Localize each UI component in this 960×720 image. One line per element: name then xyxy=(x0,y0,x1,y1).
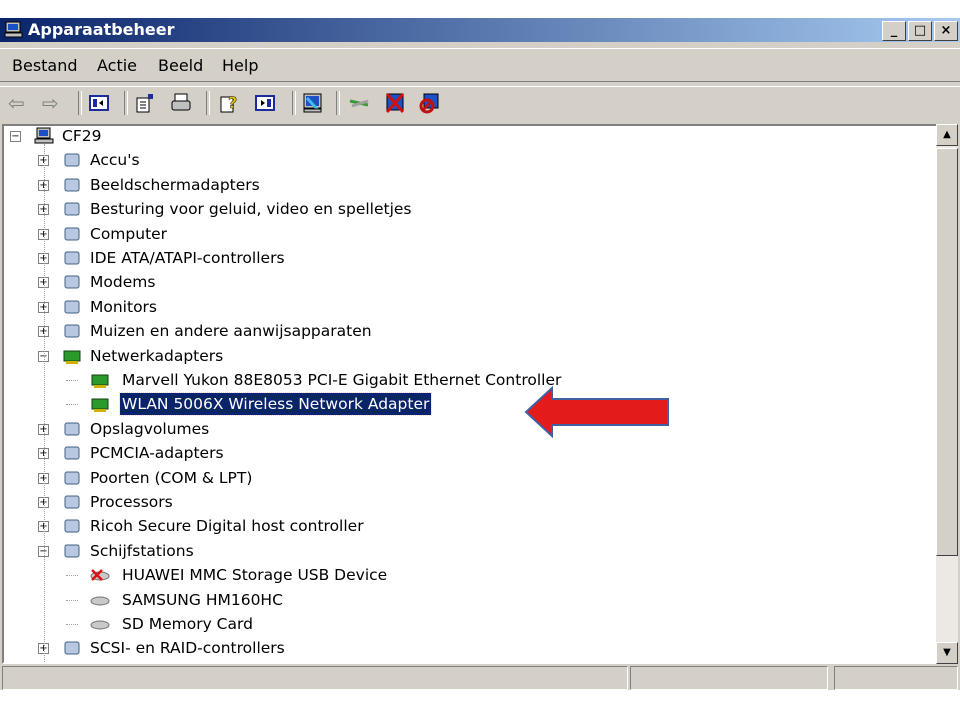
tree-item-label: Ricoh Secure Digital host controller xyxy=(90,517,364,536)
vertical-scrollbar[interactable]: ▲ ▼ xyxy=(936,124,958,664)
window-title: Apparaatbeheer xyxy=(28,20,175,39)
status-pane-1 xyxy=(2,666,628,690)
back-icon[interactable]: ⇦ xyxy=(8,92,30,114)
device-icon xyxy=(64,495,80,509)
properties-icon[interactable] xyxy=(134,92,156,114)
status-bar xyxy=(0,664,960,690)
tree-item-label: IDE ATA/ATAPI-controllers xyxy=(90,249,285,267)
menu-actie[interactable]: Actie xyxy=(97,56,137,75)
minimize-button[interactable]: _ xyxy=(882,21,906,41)
tree-item-label: SD Memory Card xyxy=(122,615,253,633)
title-bar[interactable]: Apparaatbeheer _ □ × xyxy=(0,18,960,42)
device-icon xyxy=(34,127,54,144)
status-pane-3 xyxy=(834,666,958,690)
tree-item-label: HUAWEI MMC Storage USB Device xyxy=(122,566,388,585)
svg-text:?: ? xyxy=(228,93,237,112)
tree-item-label: Accu's xyxy=(90,151,140,170)
computer-icon xyxy=(4,21,23,38)
print-icon[interactable] xyxy=(170,92,192,114)
tree-item-label: Poorten (COM & LPT) xyxy=(90,468,253,487)
toolbar: ⇦ ⇨ ? xyxy=(0,86,960,119)
menu-bar: Bestand Actie Beeld Help xyxy=(0,48,960,82)
scroll-up-button[interactable]: ▲ xyxy=(936,124,958,146)
scroll-thumb[interactable] xyxy=(936,148,958,556)
device-icon xyxy=(64,251,80,265)
tree-item-label: Besturing voor geluid, video en spelletj… xyxy=(90,200,412,219)
device-icon xyxy=(64,519,80,533)
tree-item-label: SAMSUNG HM160HC xyxy=(122,590,283,609)
tree-item-label: Processors xyxy=(90,493,173,511)
device-icon xyxy=(64,300,80,314)
device-tree: − CF29 + Accu's + Beeldschermadapters + Besturi… xyxy=(2,124,938,664)
device-icon xyxy=(64,275,80,289)
red-arrow-annotation xyxy=(524,386,669,438)
device-icon xyxy=(64,227,80,241)
scan-hardware-icon[interactable] xyxy=(302,92,324,114)
device-icon xyxy=(63,350,81,364)
tree-item-label: Opslagvolumes xyxy=(90,419,210,438)
device-icon xyxy=(64,202,80,216)
device-icon xyxy=(90,596,110,606)
menu-help[interactable]: Help xyxy=(222,56,258,75)
help-icon[interactable]: ? xyxy=(218,92,240,114)
tree-item-label: Beeldschermadapters xyxy=(90,175,260,194)
device-icon xyxy=(64,153,80,167)
tree-item-label: Muizen en andere aanwijsapparaten xyxy=(90,322,372,341)
tree-item-label: PCMCIA-adapters xyxy=(90,444,224,463)
tree-item-label: Netwerkadapters xyxy=(90,346,224,365)
status-pane-2 xyxy=(630,666,828,690)
device-icon xyxy=(90,569,110,582)
device-icon xyxy=(64,471,80,485)
device-icon xyxy=(91,398,109,413)
tree-item-label: Modems xyxy=(90,273,156,292)
tree-item-label: SCSI- en RAID-controllers xyxy=(90,639,285,658)
disable-icon[interactable] xyxy=(418,92,440,114)
device-icon xyxy=(64,544,80,558)
device-icon xyxy=(64,446,80,460)
tree-item-label: Computer xyxy=(90,224,168,243)
device-icon xyxy=(91,374,109,388)
device-manager-window: Apparaatbeheer _ □ × Bestand Actie Beeld… xyxy=(0,18,960,690)
menu-bestand[interactable]: Bestand xyxy=(12,56,78,75)
show-hide-tree-icon[interactable] xyxy=(88,92,110,114)
uninstall-icon[interactable] xyxy=(384,92,406,114)
maximize-button[interactable]: □ xyxy=(908,21,932,41)
device-icon xyxy=(64,422,80,436)
tree-item-label: CF29 xyxy=(62,127,102,145)
device-icon xyxy=(90,620,110,630)
tree-item-label: WLAN 5006X Wireless Network Adapter xyxy=(118,392,433,417)
device-icon xyxy=(64,641,80,655)
collapse-icon[interactable]: − xyxy=(10,131,21,142)
tree-item-label: Schijfstations xyxy=(90,541,194,560)
device-icon xyxy=(64,178,80,192)
tree-item-label: Monitors xyxy=(90,297,157,316)
close-button[interactable]: × xyxy=(934,21,958,41)
scroll-down-button[interactable]: ▼ xyxy=(936,642,958,664)
device-icon xyxy=(64,324,80,338)
forward-icon[interactable]: ⇨ xyxy=(42,92,64,114)
update-driver-icon[interactable] xyxy=(348,92,370,114)
show-hide-action-pane-icon[interactable] xyxy=(254,92,276,114)
menu-beeld[interactable]: Beeld xyxy=(158,56,203,75)
tree-item-label: Marvell Yukon 88E8053 PCI-E Gigabit Ethe… xyxy=(122,371,562,389)
